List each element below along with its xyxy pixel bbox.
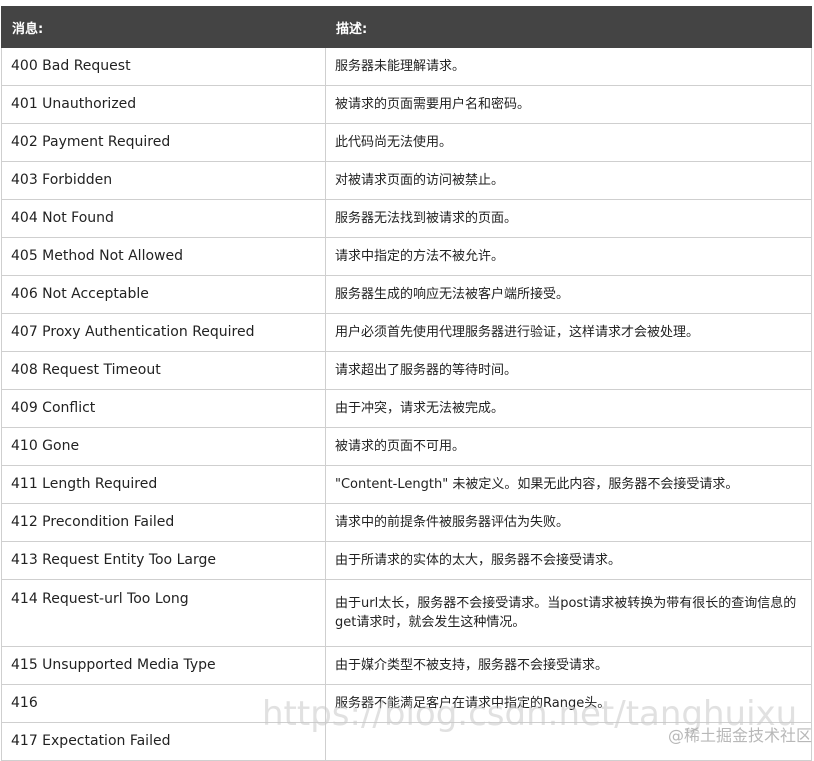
status-message: 400 Bad Request bbox=[1, 47, 326, 86]
http-status-table: 消息: 描述: 400 Bad Request 服务器未能理解请求。 401 U… bbox=[1, 6, 812, 761]
status-description: 服务器不能满足客户在请求中指定的Range头。 bbox=[325, 684, 812, 723]
table-row: 403 Forbidden 对被请求页面的访问被禁止。 bbox=[1, 161, 812, 200]
status-description: 请求超出了服务器的等待时间。 bbox=[325, 351, 812, 390]
status-description: 由于所请求的实体的太大，服务器不会接受请求。 bbox=[325, 541, 812, 580]
status-description: 由于冲突，请求无法被完成。 bbox=[325, 389, 812, 428]
status-description: 请求中指定的方法不被允许。 bbox=[325, 237, 812, 276]
status-description: 服务器生成的响应无法被客户端所接受。 bbox=[325, 275, 812, 314]
status-message: 411 Length Required bbox=[1, 465, 326, 504]
status-message: 414 Request-url Too Long bbox=[1, 579, 326, 647]
header-description: 描述: bbox=[325, 6, 812, 48]
status-description: 请求中的前提条件被服务器评估为失败。 bbox=[325, 503, 812, 542]
status-description: 由于url太长，服务器不会接受请求。当post请求被转换为带有很长的查询信息的g… bbox=[325, 579, 812, 647]
status-message: 402 Payment Required bbox=[1, 123, 326, 162]
status-message: 413 Request Entity Too Large bbox=[1, 541, 326, 580]
status-message: 409 Conflict bbox=[1, 389, 326, 428]
status-message: 417 Expectation Failed bbox=[1, 722, 326, 761]
status-message: 406 Not Acceptable bbox=[1, 275, 326, 314]
table-row: 416 服务器不能满足客户在请求中指定的Range头。 bbox=[1, 684, 812, 723]
table-row: 411 Length Required "Content-Length" 未被定… bbox=[1, 465, 812, 504]
table-row: 401 Unauthorized 被请求的页面需要用户名和密码。 bbox=[1, 85, 812, 124]
table-row: 400 Bad Request 服务器未能理解请求。 bbox=[1, 47, 812, 86]
status-description bbox=[325, 722, 812, 761]
status-message: 404 Not Found bbox=[1, 199, 326, 238]
status-description: "Content-Length" 未被定义。如果无此内容，服务器不会接受请求。 bbox=[325, 465, 812, 504]
status-message: 401 Unauthorized bbox=[1, 85, 326, 124]
status-message: 416 bbox=[1, 684, 326, 723]
table-row: 410 Gone 被请求的页面不可用。 bbox=[1, 427, 812, 466]
status-description: 此代码尚无法使用。 bbox=[325, 123, 812, 162]
table-row: 402 Payment Required 此代码尚无法使用。 bbox=[1, 123, 812, 162]
status-message: 408 Request Timeout bbox=[1, 351, 326, 390]
status-message: 405 Method Not Allowed bbox=[1, 237, 326, 276]
table-row: 414 Request-url Too Long 由于url太长，服务器不会接受… bbox=[1, 579, 812, 647]
table-row: 417 Expectation Failed bbox=[1, 722, 812, 761]
header-message: 消息: bbox=[1, 6, 326, 48]
table-row: 404 Not Found 服务器无法找到被请求的页面。 bbox=[1, 199, 812, 238]
status-message: 412 Precondition Failed bbox=[1, 503, 326, 542]
status-description: 被请求的页面不可用。 bbox=[325, 427, 812, 466]
status-message: 407 Proxy Authentication Required bbox=[1, 313, 326, 352]
table-row: 407 Proxy Authentication Required 用户必须首先… bbox=[1, 313, 812, 352]
table-row: 405 Method Not Allowed 请求中指定的方法不被允许。 bbox=[1, 237, 812, 276]
status-message: 415 Unsupported Media Type bbox=[1, 646, 326, 685]
table-header-row: 消息: 描述: bbox=[1, 6, 812, 48]
table-row: 413 Request Entity Too Large 由于所请求的实体的太大… bbox=[1, 541, 812, 580]
table-row: 412 Precondition Failed 请求中的前提条件被服务器评估为失… bbox=[1, 503, 812, 542]
table-row: 409 Conflict 由于冲突，请求无法被完成。 bbox=[1, 389, 812, 428]
status-description: 服务器无法找到被请求的页面。 bbox=[325, 199, 812, 238]
status-description: 用户必须首先使用代理服务器进行验证，这样请求才会被处理。 bbox=[325, 313, 812, 352]
status-description: 服务器未能理解请求。 bbox=[325, 47, 812, 86]
table-row: 415 Unsupported Media Type 由于媒介类型不被支持，服务… bbox=[1, 646, 812, 685]
status-message: 403 Forbidden bbox=[1, 161, 326, 200]
status-description: 被请求的页面需要用户名和密码。 bbox=[325, 85, 812, 124]
table-row: 408 Request Timeout 请求超出了服务器的等待时间。 bbox=[1, 351, 812, 390]
table-row: 406 Not Acceptable 服务器生成的响应无法被客户端所接受。 bbox=[1, 275, 812, 314]
status-description: 由于媒介类型不被支持，服务器不会接受请求。 bbox=[325, 646, 812, 685]
status-message: 410 Gone bbox=[1, 427, 326, 466]
status-description: 对被请求页面的访问被禁止。 bbox=[325, 161, 812, 200]
